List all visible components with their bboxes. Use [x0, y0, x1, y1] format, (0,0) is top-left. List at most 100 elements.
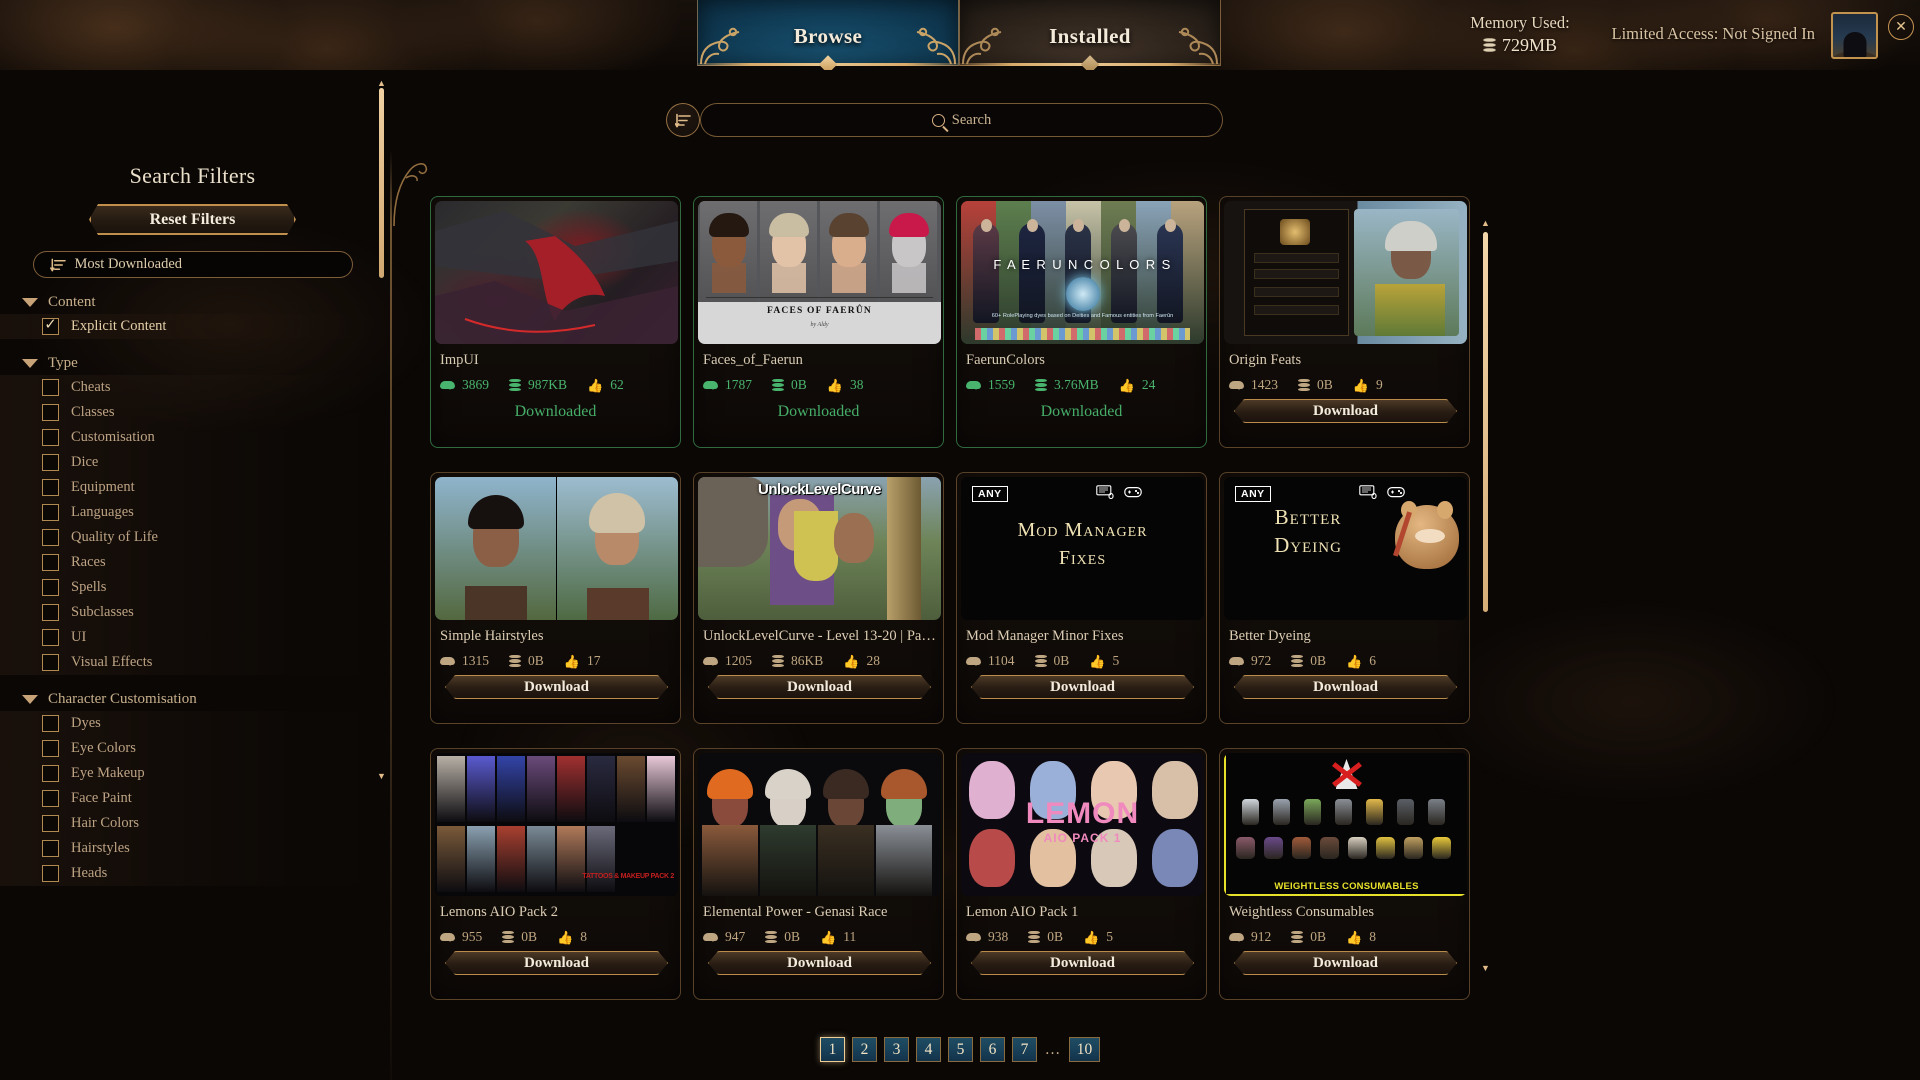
filter-option-dyes[interactable]: Dyes [0, 711, 385, 736]
sidebar-scrollbar[interactable]: ▲ ▼ [376, 78, 387, 781]
filter-option-races[interactable]: Races [0, 550, 385, 575]
filter-option-explicit-content[interactable]: Explicit Content [0, 314, 385, 339]
mod-thumbnail[interactable] [435, 477, 678, 620]
mod-card[interactable]: Elemental Power - Genasi Race 947 0B 👍 1… [693, 748, 944, 1000]
search-input[interactable]: Search [700, 103, 1223, 137]
mod-thumbnail[interactable]: FACES OF FAERÛN by Aldy [698, 201, 941, 344]
checkbox-checked-icon[interactable] [42, 318, 59, 335]
mod-card[interactable]: TATTOOS & MAKEUP PACK 2 Lemons AIO Pack … [430, 748, 681, 1000]
checkbox-icon[interactable] [42, 429, 59, 446]
account-status[interactable]: Limited Access: Not Signed In [1612, 24, 1815, 44]
checkbox-icon[interactable] [42, 815, 59, 832]
mod-card[interactable]: Simple Hairstyles 1315 0B 👍 17 Download [430, 472, 681, 724]
download-button[interactable]: Download [971, 675, 1194, 699]
download-button[interactable]: Download [708, 675, 931, 699]
filter-option-face-paint[interactable]: Face Paint [0, 786, 385, 811]
checkbox-icon[interactable] [42, 404, 59, 421]
checkbox-icon[interactable] [42, 865, 59, 882]
sort-select[interactable]: Most Downloaded [32, 251, 353, 278]
checkbox-icon[interactable] [42, 740, 59, 757]
tab-installed[interactable]: Installed [959, 0, 1221, 70]
filter-option-eye-makeup[interactable]: Eye Makeup [0, 761, 385, 786]
checkbox-icon[interactable] [42, 579, 59, 596]
download-button[interactable]: Download [445, 675, 668, 699]
filter-option-hair-colors[interactable]: Hair Colors [0, 811, 385, 836]
download-button[interactable]: Download [1234, 399, 1457, 423]
checkbox-icon[interactable] [42, 379, 59, 396]
mod-thumbnail[interactable] [698, 753, 941, 896]
close-icon[interactable]: ✕ [1888, 14, 1914, 40]
filter-option-spells[interactable]: Spells [0, 575, 385, 600]
filter-option-subclasses[interactable]: Subclasses [0, 600, 385, 625]
mod-card[interactable]: FACES OF FAERÛN by Aldy Faces_of_Faerun … [693, 196, 944, 448]
checkbox-icon[interactable] [42, 715, 59, 732]
filter-group-content[interactable]: Content [22, 294, 385, 311]
mod-card[interactable]: Better Dyeing ANY Better Dyeing 972 0B 👍… [1219, 472, 1470, 724]
mod-card[interactable]: Origin Feats 1423 0B 👍 9 Download [1219, 196, 1470, 448]
download-button[interactable]: Download [445, 951, 668, 975]
grid-scrollbar[interactable]: ▲ ▼ [1480, 218, 1491, 973]
filter-option-hairstyles[interactable]: Hairstyles [0, 836, 385, 861]
download-button[interactable]: Download [708, 951, 931, 975]
tab-browse[interactable]: Browse [697, 0, 959, 70]
mod-thumbnail[interactable] [435, 201, 678, 344]
download-button[interactable]: Download [971, 951, 1194, 975]
checkbox-icon[interactable] [42, 604, 59, 621]
mod-thumbnail[interactable]: TATTOOS & MAKEUP PACK 2 [435, 753, 678, 896]
mod-card[interactable]: LEMON AIO PACK 1 Lemon AIO Pack 1 938 0B… [956, 748, 1207, 1000]
filter-option-ui[interactable]: UI [0, 625, 385, 650]
page-button-6[interactable]: 6 [980, 1037, 1005, 1062]
sidebar-scroll-thumb[interactable] [379, 88, 384, 278]
mod-thumbnail[interactable]: WEIGHTLESS CONSUMABLES [1224, 753, 1467, 896]
page-button-last[interactable]: 10 [1069, 1037, 1100, 1062]
scroll-down-icon[interactable]: ▼ [1480, 963, 1491, 973]
page-button-1[interactable]: 1 [820, 1037, 845, 1062]
checkbox-icon[interactable] [42, 840, 59, 857]
filter-group-character-customisation[interactable]: Character Customisation [22, 691, 385, 708]
mod-thumbnail[interactable]: F A E R U N C O L O R S 60+ RolePlaying … [961, 201, 1204, 344]
checkbox-icon[interactable] [42, 479, 59, 496]
filter-option-customisation[interactable]: Customisation [0, 425, 385, 450]
mod-thumbnail[interactable]: Better Dyeing ANY [1224, 477, 1467, 620]
avatar[interactable] [1831, 12, 1878, 59]
mod-thumbnail[interactable]: LEMON AIO PACK 1 [961, 753, 1204, 896]
reset-filters-button[interactable]: Reset Filters [89, 204, 296, 235]
grid-scroll-thumb[interactable] [1483, 232, 1488, 612]
checkbox-icon[interactable] [42, 765, 59, 782]
page-button-7[interactable]: 7 [1012, 1037, 1037, 1062]
checkbox-icon[interactable] [42, 790, 59, 807]
scroll-down-icon[interactable]: ▼ [376, 771, 387, 781]
filter-option-classes[interactable]: Classes [0, 400, 385, 425]
filter-option-languages[interactable]: Languages [0, 500, 385, 525]
mod-thumbnail[interactable] [1224, 201, 1467, 344]
filter-option-cheats[interactable]: Cheats [0, 375, 385, 400]
filter-option-equipment[interactable]: Equipment [0, 475, 385, 500]
checkbox-icon[interactable] [42, 554, 59, 571]
mod-thumbnail[interactable]: Mod Manager Fixes ANY [961, 477, 1204, 620]
filter-option-heads[interactable]: Heads [0, 861, 385, 886]
mod-thumbnail[interactable]: UnlockLevelCurve [698, 477, 941, 620]
mod-card[interactable]: WEIGHTLESS CONSUMABLES Weightless Consum… [1219, 748, 1470, 1000]
filter-group-type[interactable]: Type [22, 355, 385, 372]
page-button-2[interactable]: 2 [852, 1037, 877, 1062]
filter-option-visual-effects[interactable]: Visual Effects [0, 650, 385, 675]
checkbox-icon[interactable] [42, 629, 59, 646]
download-button[interactable]: Download [1234, 951, 1457, 975]
checkbox-icon[interactable] [42, 654, 59, 671]
filter-option-quality-of-life[interactable]: Quality of Life [0, 525, 385, 550]
scroll-up-icon[interactable]: ▲ [1480, 218, 1491, 228]
download-button[interactable]: Download [1234, 675, 1457, 699]
mod-card[interactable]: Mod Manager Fixes ANY Mod Manager Minor F… [956, 472, 1207, 724]
filter-option-dice[interactable]: Dice [0, 450, 385, 475]
mod-card[interactable]: F A E R U N C O L O R S 60+ RolePlaying … [956, 196, 1207, 448]
checkbox-icon[interactable] [42, 529, 59, 546]
sort-options-button[interactable] [666, 103, 700, 137]
scroll-up-icon[interactable]: ▲ [376, 78, 387, 88]
checkbox-icon[interactable] [42, 504, 59, 521]
page-button-3[interactable]: 3 [884, 1037, 909, 1062]
checkbox-icon[interactable] [42, 454, 59, 471]
mod-card[interactable]: UnlockLevelCurve UnlockLevelCurve - Leve… [693, 472, 944, 724]
filter-option-eye-colors[interactable]: Eye Colors [0, 736, 385, 761]
mod-card[interactable]: ImpUI 3869 987KB 👍 62 Downloaded [430, 196, 681, 448]
page-button-4[interactable]: 4 [916, 1037, 941, 1062]
